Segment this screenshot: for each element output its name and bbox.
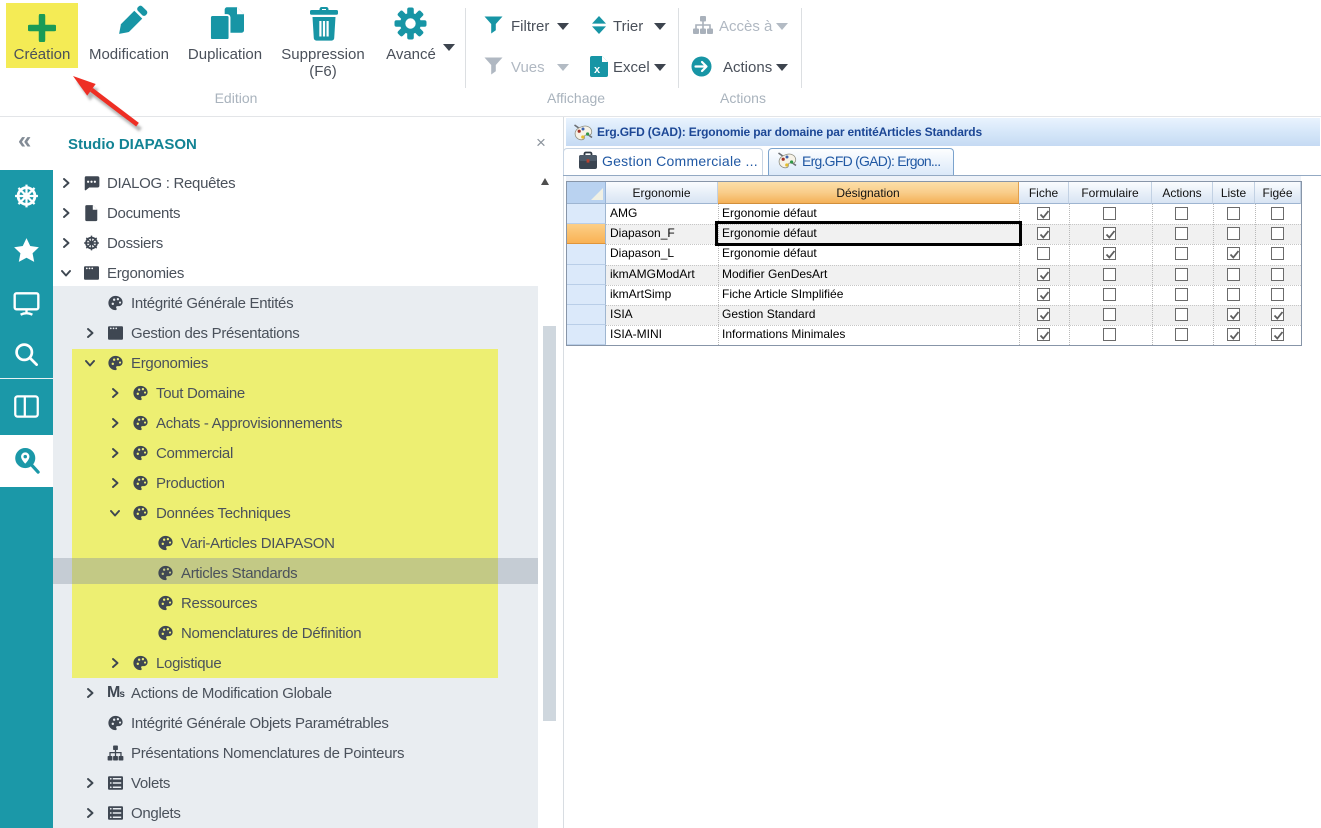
svg-text:x: x [594, 64, 601, 76]
